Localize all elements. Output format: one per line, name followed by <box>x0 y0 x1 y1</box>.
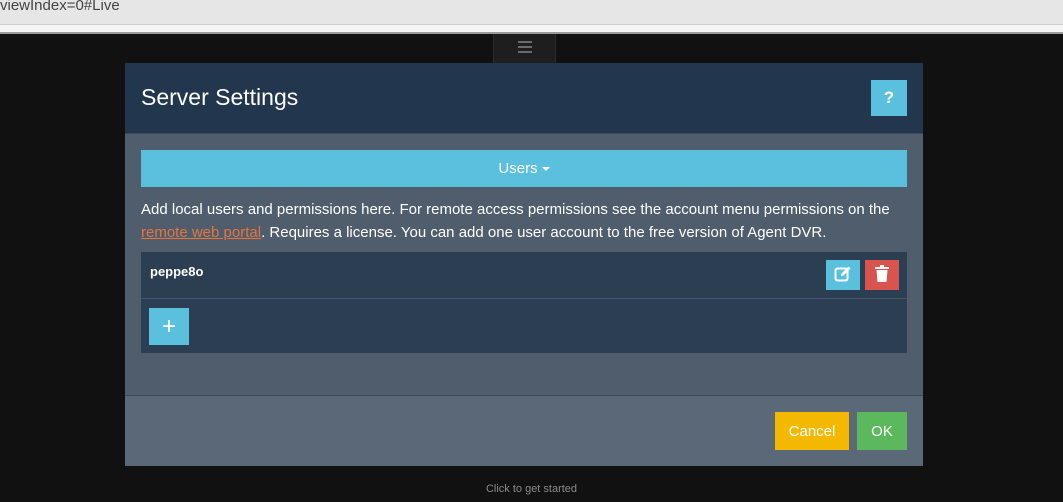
description-text-before: Add local users and permissions here. Fo… <box>141 201 890 218</box>
tab-label: Users <box>498 160 538 177</box>
menu-toggle-button[interactable] <box>493 34 556 65</box>
browser-url-bar[interactable]: viewIndex=0#Live <box>0 0 1063 25</box>
add-user-button[interactable]: + <box>149 308 189 345</box>
users-list: peppe8o + <box>141 252 907 353</box>
user-row: peppe8o <box>141 252 907 299</box>
modal-body: Users Add local users and permissions he… <box>141 150 907 353</box>
users-description: Add local users and permissions here. Fo… <box>141 198 907 244</box>
hamburger-icon <box>517 40 532 58</box>
caret-down-icon <box>541 166 550 171</box>
description-text-after: . Requires a license. You can add one us… <box>261 224 827 241</box>
url-text[interactable]: viewIndex=0#Live <box>0 0 120 14</box>
server-settings-modal: Server Settings ? Users Add local users … <box>125 63 923 466</box>
trash-icon <box>874 264 890 286</box>
ok-button[interactable]: OK <box>857 412 907 450</box>
remote-web-portal-link[interactable]: remote web portal <box>141 224 261 241</box>
users-tab-dropdown[interactable]: Users <box>141 150 907 187</box>
edit-icon <box>834 265 852 286</box>
help-button[interactable]: ? <box>871 80 907 116</box>
edit-user-button[interactable] <box>826 260 860 290</box>
cancel-button[interactable]: Cancel <box>775 412 849 450</box>
get-started-hint: Click to get started <box>485 483 578 495</box>
browser-divider <box>0 25 1063 34</box>
delete-user-button[interactable] <box>865 260 899 290</box>
modal-footer: Cancel OK <box>125 395 923 466</box>
modal-title: Server Settings <box>141 84 299 110</box>
add-user-row: + <box>141 299 907 353</box>
modal-header: Server Settings ? <box>125 63 923 134</box>
user-name: peppe8o <box>150 264 204 279</box>
